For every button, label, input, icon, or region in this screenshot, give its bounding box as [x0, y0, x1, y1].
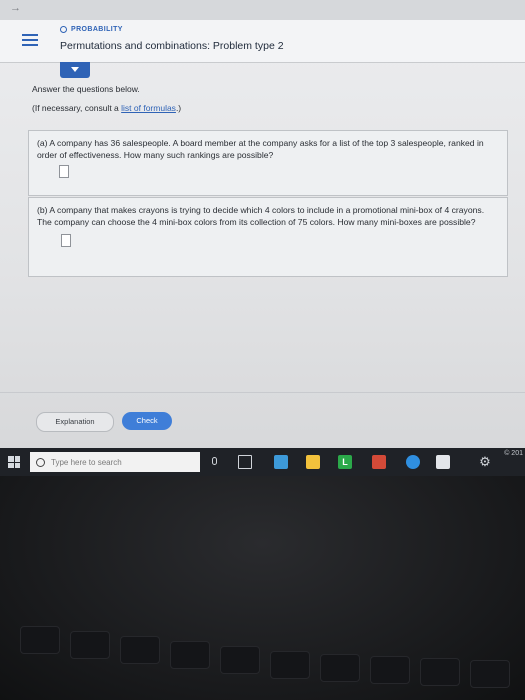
microphone-icon[interactable]	[212, 457, 217, 465]
consult-prefix: (If necessary, consult a	[32, 103, 122, 113]
search-icon	[36, 457, 45, 467]
check-button[interactable]: Check	[122, 412, 172, 430]
search-placeholder: Type here to search	[51, 457, 122, 467]
page-header: PROBABILITY Permutations and combination…	[0, 20, 525, 63]
explanation-button[interactable]: Explanation	[36, 412, 114, 432]
tray-clock: © 201	[504, 450, 523, 457]
task-view-icon[interactable]	[238, 455, 252, 469]
keyboard-key	[370, 656, 410, 684]
chevron-down-icon[interactable]	[60, 62, 90, 78]
lync-icon[interactable]: L	[338, 455, 352, 469]
question-a-text: (a) A company has 36 salespeople. A boar…	[37, 138, 484, 160]
office-icon[interactable]	[372, 455, 386, 469]
keyboard-key	[470, 660, 510, 688]
topic-label: PROBABILITY	[71, 26, 123, 33]
consult-line: (If necessary, consult a list of formula…	[32, 103, 181, 113]
keyboard-key	[120, 636, 160, 664]
gear-icon[interactable]: ⚙	[478, 455, 492, 469]
keyboard-key	[420, 658, 460, 686]
keyboard-key	[20, 626, 60, 654]
topic-circle-icon	[60, 26, 67, 33]
taskbar: Type here to search L ⚙ © 201	[0, 448, 525, 476]
question-b-text: (b) A company that makes crayons is tryi…	[37, 205, 485, 227]
instructions-text: Answer the questions below.	[32, 84, 140, 94]
keyboard-key	[220, 646, 260, 674]
question-a: (a) A company has 36 salespeople. A boar…	[28, 130, 508, 196]
screen: → PROBABILITY Permutations and combinati…	[0, 0, 525, 452]
keyboard-key	[320, 654, 360, 682]
store-icon[interactable]	[306, 455, 320, 469]
windows-start-icon[interactable]	[8, 456, 20, 468]
taskbar-search-input[interactable]: Type here to search	[30, 452, 200, 472]
answer-a-input[interactable]	[59, 165, 69, 178]
file-explorer-icon[interactable]	[274, 455, 288, 469]
laptop-keyboard-area	[0, 476, 525, 700]
hamburger-icon[interactable]	[22, 34, 38, 46]
formulas-link[interactable]: list of formulas	[121, 103, 176, 113]
topic-row: PROBABILITY	[60, 26, 123, 33]
page-title: Permutations and combinations: Problem t…	[60, 40, 284, 52]
browser-toolbar: →	[0, 0, 525, 21]
keyboard-key	[70, 631, 110, 659]
keyboard-key	[170, 641, 210, 669]
consult-suffix: .)	[175, 103, 182, 113]
back-icon[interactable]: →	[10, 2, 21, 14]
keyboard-key	[270, 651, 310, 679]
question-b: (b) A company that makes crayons is tryi…	[28, 197, 508, 277]
edge-browser-icon[interactable]	[406, 455, 420, 469]
mail-icon[interactable]	[436, 455, 450, 469]
answer-b-input[interactable]	[61, 234, 71, 247]
footer-divider	[0, 392, 525, 393]
